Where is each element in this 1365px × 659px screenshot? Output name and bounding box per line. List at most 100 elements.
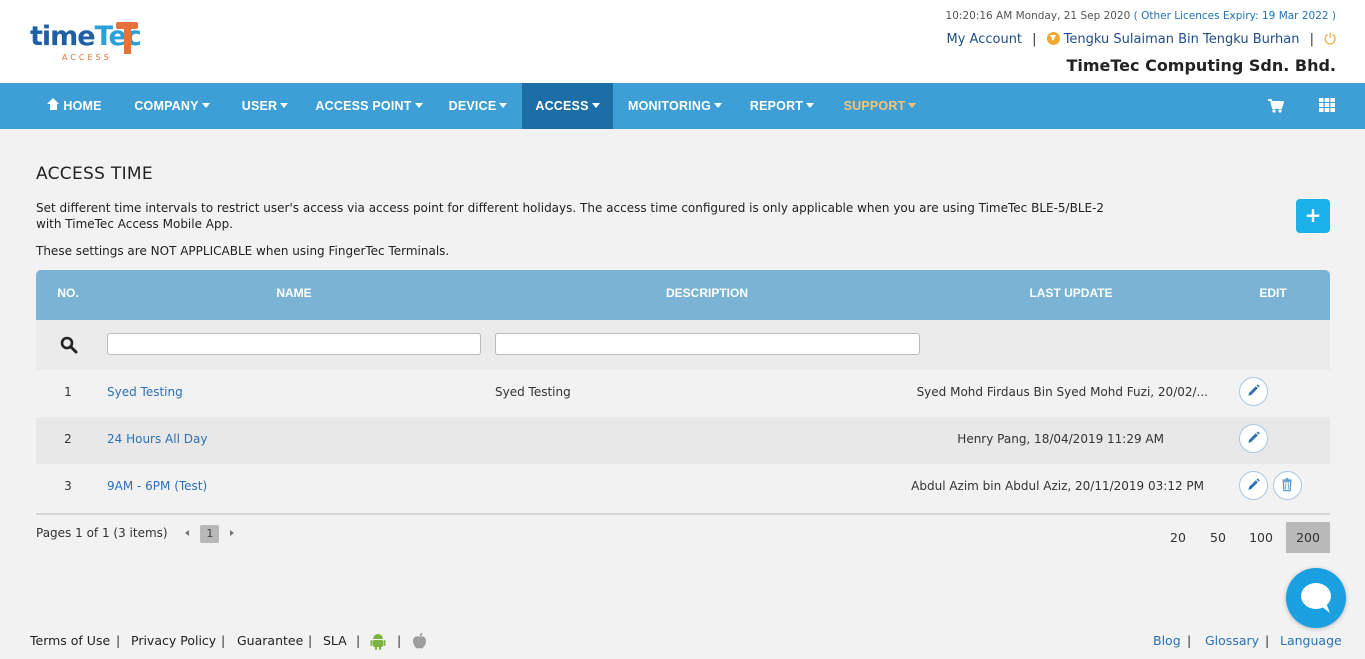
separator: |	[1309, 32, 1314, 47]
chat-button[interactable]	[1286, 568, 1346, 628]
edit-button[interactable]	[1239, 377, 1268, 406]
chevron-down-icon	[591, 103, 600, 108]
logo-t-stem	[124, 26, 131, 54]
row-last-update: Henry Pang, 18/04/2019 11:29 AM	[957, 432, 1164, 446]
privacy-policy-link[interactable]: Privacy Policy	[131, 632, 216, 650]
nav-support[interactable]: SUPPORT	[838, 83, 922, 129]
separator: |	[1032, 32, 1037, 47]
chevron-down-icon	[201, 103, 210, 108]
add-access-time-button[interactable]: +	[1296, 199, 1330, 233]
glossary-link[interactable]: Glossary	[1205, 632, 1259, 650]
page-description: Set different time intervals to restrict…	[36, 201, 1105, 231]
pager: Pages 1 of 1 (3 items) 1	[36, 525, 245, 543]
access-time-table: NO. NAME DESCRIPTION LAST UPDATE EDIT 1 …	[36, 270, 1330, 515]
main-navbar: HOME COMPANY USER ACCESS POINT DEVICE AC…	[0, 83, 1365, 129]
power-logout-icon[interactable]: ⏻	[1324, 30, 1336, 48]
android-icon[interactable]	[370, 632, 386, 650]
page-size-selector: 20 50 100 200	[1158, 522, 1330, 553]
language-link[interactable]: Language	[1280, 632, 1342, 650]
guarantee-link[interactable]: Guarantee	[237, 632, 303, 650]
chevron-down-icon	[414, 103, 423, 108]
column-header-edit: EDIT	[1259, 286, 1287, 300]
app-header: timeTec ACCESS 10:20:16 AM Monday, 21 Se…	[0, 0, 1365, 83]
page-size-100[interactable]: 100	[1238, 522, 1284, 553]
user-badge-icon	[1046, 32, 1060, 45]
sla-link[interactable]: SLA	[323, 632, 347, 650]
search-icon	[60, 336, 78, 354]
row-no: 1	[64, 385, 72, 399]
logo-subtitle: ACCESS	[62, 53, 112, 62]
pencil-icon	[1248, 384, 1260, 396]
blog-link[interactable]: Blog	[1153, 632, 1181, 650]
nav-monitoring[interactable]: MONITORING	[623, 83, 727, 129]
separator: |	[1265, 633, 1270, 648]
datetime-licence: 10:20:16 AM Monday, 21 Sep 2020 ( Other …	[946, 8, 1336, 24]
nav-user[interactable]: USER	[233, 83, 297, 129]
licence-expiry-link[interactable]: ( Other Licences Expiry: 19 Mar 2022 )	[1134, 10, 1336, 22]
terms-of-use-link[interactable]: Terms of Use	[30, 632, 110, 650]
trash-icon	[1282, 478, 1292, 492]
page-title: ACCESS TIME	[36, 164, 153, 184]
apple-icon[interactable]	[412, 632, 427, 649]
user-name-link[interactable]: Tengku Sulaiman Bin Tengku Burhan	[1064, 32, 1300, 47]
nav-access[interactable]: ACCESS	[522, 83, 613, 129]
chevron-down-icon	[280, 103, 289, 108]
page-note: These settings are NOT APPLICABLE when u…	[36, 244, 450, 258]
row-last-update: Abdul Azim bin Abdul Aziz, 20/11/2019 03…	[911, 479, 1204, 493]
edit-button[interactable]	[1239, 424, 1268, 453]
cart-icon[interactable]	[1268, 99, 1284, 113]
next-page-icon[interactable]	[230, 530, 235, 536]
timetec-access-logo[interactable]: timeTec ACCESS	[30, 20, 150, 66]
filter-row	[36, 320, 1330, 370]
footer: Terms of Use | Privacy Policy | Guarante…	[0, 629, 1365, 659]
pencil-icon	[1248, 431, 1260, 443]
table-row[interactable]: 3 9AM - 6PM (Test) Abdul Azim bin Abdul …	[36, 464, 1330, 511]
row-name-link[interactable]: 9AM - 6PM (Test)	[107, 464, 207, 508]
separator: |	[397, 633, 402, 648]
row-no: 3	[64, 479, 72, 493]
nav-report[interactable]: REPORT	[744, 83, 820, 129]
separator: |	[221, 633, 226, 648]
column-header-last-update[interactable]: LAST UPDATE	[926, 270, 1216, 316]
column-header-description[interactable]: DESCRIPTION	[494, 270, 920, 316]
column-header-no[interactable]: NO.	[36, 270, 100, 316]
pencil-icon	[1248, 478, 1260, 490]
nav-company[interactable]: COMPANY	[127, 83, 217, 129]
header-account-area: 10:20:16 AM Monday, 21 Sep 2020 ( Other …	[946, 8, 1336, 76]
delete-button[interactable]	[1273, 471, 1302, 500]
page-number-current[interactable]: 1	[200, 525, 220, 543]
table-row[interactable]: 1 Syed Testing Syed Testing Syed Mohd Fi…	[36, 370, 1330, 417]
column-header-name[interactable]: NAME	[106, 270, 482, 316]
chevron-down-icon	[806, 103, 815, 108]
row-name-link[interactable]: 24 Hours All Day	[107, 417, 207, 461]
user-bar: My Account | Tengku Sulaiman Bin Tengku …	[946, 30, 1337, 48]
my-account-link[interactable]: My Account	[947, 32, 1023, 47]
page-size-50[interactable]: 50	[1198, 522, 1238, 553]
chevron-down-icon	[714, 103, 723, 108]
prev-page-icon[interactable]	[185, 530, 190, 536]
chevron-down-icon	[499, 103, 508, 108]
table-row[interactable]: 2 24 Hours All Day Henry Pang, 18/04/201…	[36, 417, 1330, 464]
chevron-down-icon	[908, 103, 917, 108]
chat-bubble-icon	[1301, 583, 1331, 613]
nav-home[interactable]: HOME	[37, 83, 113, 129]
separator: |	[116, 633, 121, 648]
row-description: Syed Testing	[495, 385, 571, 399]
name-filter-input[interactable]	[107, 333, 481, 355]
separator: |	[356, 633, 361, 648]
page-size-20[interactable]: 20	[1158, 522, 1198, 553]
description-filter-input[interactable]	[495, 333, 920, 355]
table-header: NO. NAME DESCRIPTION LAST UPDATE EDIT	[36, 270, 1330, 320]
company-name: TimeTec Computing Sdn. Bhd.	[1066, 56, 1336, 75]
page-size-200[interactable]: 200	[1286, 522, 1330, 553]
nav-access-point[interactable]: ACCESS POINT	[313, 83, 425, 129]
table-divider	[36, 513, 1330, 515]
apps-grid-icon[interactable]	[1319, 98, 1335, 112]
separator: |	[308, 633, 313, 648]
edit-button[interactable]	[1239, 471, 1268, 500]
separator: |	[1187, 633, 1192, 648]
row-last-update: Syed Mohd Firdaus Bin Syed Mohd Fuzi, 20…	[916, 385, 1208, 399]
row-name-link[interactable]: Syed Testing	[107, 370, 183, 414]
nav-device[interactable]: DEVICE	[441, 83, 515, 129]
current-datetime: 10:20:16 AM Monday, 21 Sep 2020	[945, 10, 1131, 22]
